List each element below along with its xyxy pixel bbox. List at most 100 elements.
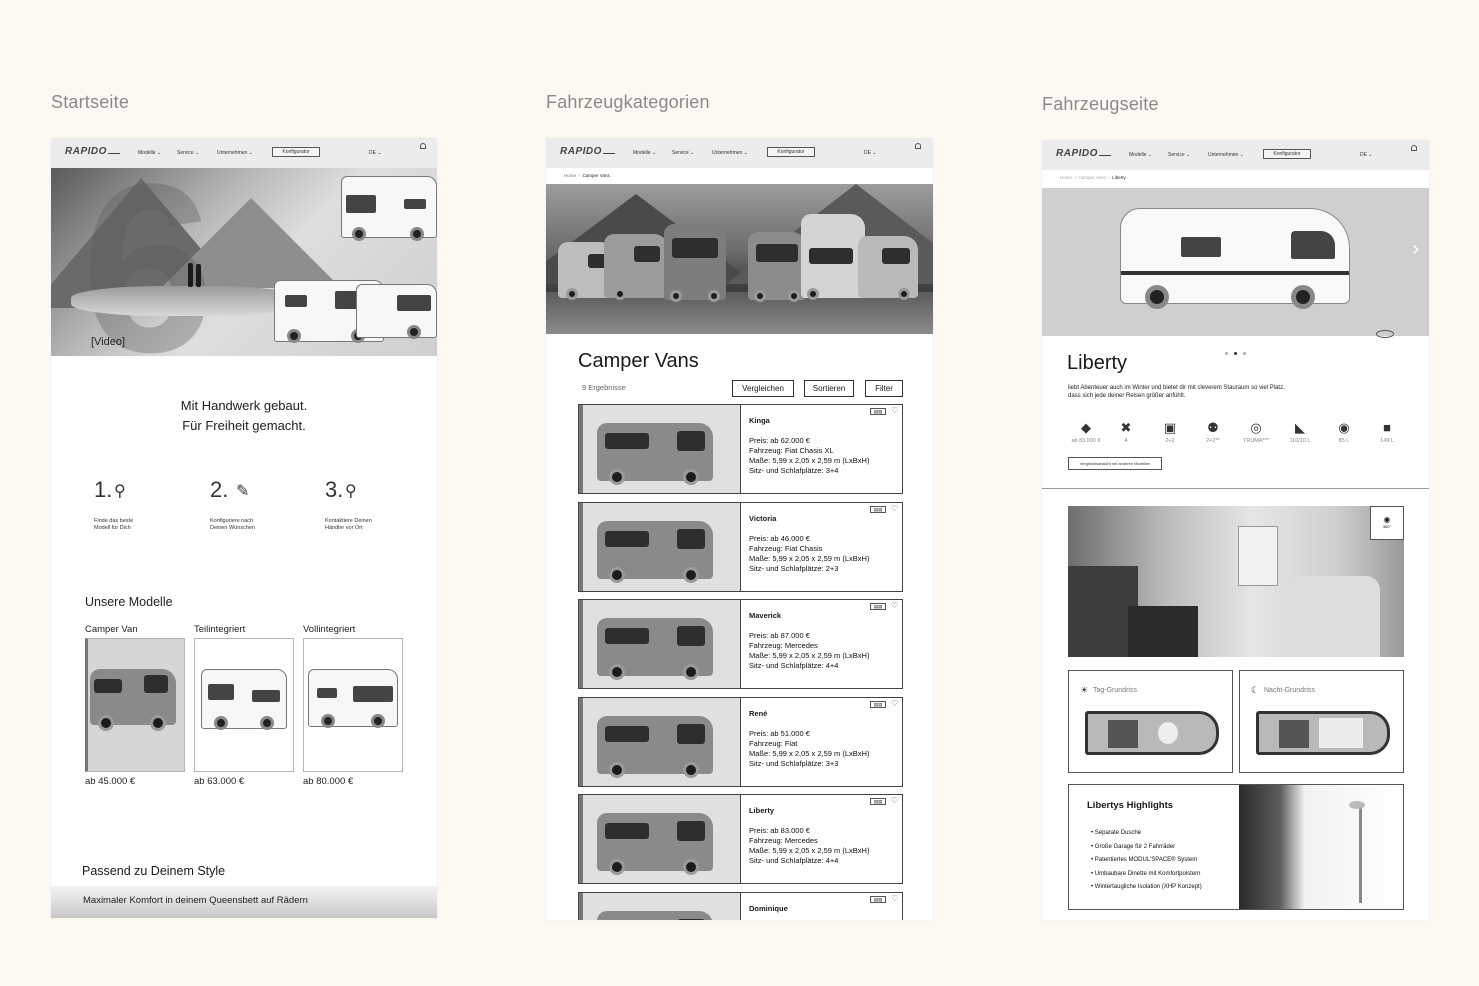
price-tag-icon: ◆ [1081, 420, 1091, 435]
model-card-camper-van[interactable] [85, 638, 185, 772]
heart-icon[interactable]: ♡ [891, 699, 898, 708]
konfigurator-button[interactable]: Konfigurator [767, 147, 815, 157]
model-price-vollintegriert: ab 80.000 € [303, 776, 354, 787]
gallery-dots[interactable] [1222, 342, 1249, 360]
floorplan-night[interactable]: ☾ Nacht-Grundriss [1239, 670, 1404, 773]
language-select[interactable]: DE [864, 150, 877, 156]
spec-value: ab 83.000 € [1071, 438, 1101, 444]
vehicle-card-name: Victoria [749, 514, 777, 523]
vehicle-card-maverick[interactable]: Maverick Preis: ab 87.000 € Fahrzeug: Mer… [578, 599, 903, 689]
style-teaser[interactable]: Maximaler Komfort in deinem Queensbett a… [51, 886, 437, 918]
nav-modelle[interactable]: Modelle [1129, 152, 1152, 158]
breadcrumb: Home › Camper Vans › Liberty [1060, 175, 1126, 180]
breadcrumb-home[interactable]: Home [1060, 175, 1072, 180]
top-nav: RAPIDO Modelle Service Unternehmen Konfi… [1042, 140, 1429, 170]
nav-modelle[interactable]: Modelle [138, 150, 161, 156]
vehicle-card-victoria[interactable]: Victoria Preis: ab 46.000 € Fahrzeug: Fia… [578, 502, 903, 592]
nav-service[interactable]: Service [1168, 152, 1190, 158]
tagline: Mit Handwerk gebaut. Für Freiheit gemach… [180, 398, 308, 433]
model-card-teilintegriert[interactable] [194, 638, 294, 772]
konfigurator-button[interactable]: Konfigurator [1263, 149, 1311, 159]
spec-water-tap: ◣ 110/10 L [1280, 420, 1320, 444]
heart-icon[interactable]: ♡ [891, 406, 898, 415]
top-nav: RAPIDO Modelle Service Unternehmen Konfi… [546, 138, 933, 168]
vehicle-card-name: Kinga [749, 416, 770, 425]
nav-unternehmen[interactable]: Unternehmen [712, 150, 748, 156]
breadcrumb-camper-vans[interactable]: Camper Vans [1079, 175, 1106, 180]
spec-value: 110/10 L [1289, 438, 1311, 444]
vehicle-gallery: › [1042, 188, 1429, 336]
compare-toggle-icon[interactable]: ▤▤ [870, 896, 886, 903]
models-heading: Unsere Modelle [85, 595, 173, 609]
step-contact-dealer: 3. ⚲ Kontaktiere Deinen Händler vor Ort [325, 477, 372, 532]
breadcrumb-camper-vans[interactable]: Camper Vans [583, 173, 610, 178]
vehicle-card-dominique[interactable]: Dominique ▤▤ ♡ [578, 892, 903, 920]
breadcrumb: Home › Camper Vans [564, 173, 610, 178]
category-hero-image [546, 184, 933, 334]
heart-icon[interactable]: ♡ [891, 796, 898, 805]
model-card-vollintegriert[interactable] [303, 638, 403, 772]
search-icon: ⚲ [114, 483, 126, 500]
column-title-fahrzeugkategorien: Fahrzeugkategorien [546, 92, 710, 112]
heart-icon[interactable]: ♡ [891, 504, 898, 513]
heart-icon[interactable]: ♡ [891, 601, 898, 610]
compare-toggle-icon[interactable]: ▤▤ [870, 798, 886, 805]
moon-icon: ☾ [1251, 685, 1260, 695]
heart-icon[interactable]: ♡ [891, 894, 898, 903]
vehicle-card-liberty[interactable]: Liberty Preis: ab 83.000 € Fahrzeug: Merc… [578, 794, 903, 884]
nav-service[interactable]: Service [177, 150, 199, 156]
konfigurator-button[interactable]: Konfigurator [272, 147, 320, 157]
compare-toggle-icon[interactable]: ▤▤ [870, 603, 886, 610]
nav-modelle[interactable]: Modelle [633, 150, 656, 156]
step-configure: 2. ✎ Konfiguriere nach Deinen Wünschen [210, 477, 255, 532]
category-title: Camper Vans [578, 350, 699, 372]
breadcrumb-home[interactable]: Home [564, 173, 576, 178]
brand-logo[interactable]: RAPIDO [560, 146, 617, 157]
user-icon[interactable] [915, 143, 921, 149]
breadcrumb-liberty: Liberty [1112, 175, 1126, 180]
vehicle-card-image [579, 795, 741, 883]
nav-service[interactable]: Service [672, 150, 694, 156]
spec-seats: ▣ 2+2 [1150, 420, 1190, 444]
sort-button[interactable]: Sortieren [804, 380, 854, 397]
rotate-360-icon[interactable] [1376, 330, 1394, 338]
hero-video[interactable]: 6 [Video] [51, 168, 437, 356]
language-select[interactable]: DE [1360, 152, 1373, 158]
compare-toggle-icon[interactable]: ▤▤ [870, 701, 886, 708]
filter-button[interactable]: Filter [865, 380, 903, 397]
spec-value: 2+2 [1165, 438, 1175, 444]
column-title-fahrzeugseite: Fahrzeugseite [1042, 94, 1159, 114]
highlights-title: Libertys Highlights [1087, 800, 1174, 811]
vehicle-card-ren-[interactable]: René Preis: ab 51.000 € Fahrzeug: Fiat Ma… [578, 697, 903, 787]
vehicle-card-info: Preis: ab 46.000 € Fahrzeug: Fiat Chasis… [749, 534, 870, 573]
nav-unternehmen[interactable]: Unternehmen [1208, 152, 1244, 158]
vehicle-title: Liberty [1067, 352, 1128, 374]
language-select[interactable]: DE [369, 150, 382, 156]
spec-fuel: ◉ 85 L [1324, 420, 1364, 444]
compare-button[interactable]: Vergleichen [732, 380, 794, 397]
vehicle-card-info: Preis: ab 83.000 € Fahrzeug: Mercedes Ma… [749, 826, 870, 865]
brand-logo[interactable]: RAPIDO [1056, 148, 1113, 159]
spec-value: 4 [1124, 438, 1128, 444]
floorplan-day[interactable]: ☀ Tag-Grundriss [1068, 670, 1233, 773]
brand-logo[interactable]: RAPIDO [65, 146, 122, 157]
spec-person: ⚉ 2+2** [1193, 420, 1233, 444]
style-teaser-text: Maximaler Komfort in deinem Queensbett a… [83, 895, 308, 906]
compare-models-link[interactable]: Vergleichsansicht mit anderen Modellen [1068, 457, 1162, 470]
heater-icon: ◎ [1250, 420, 1262, 435]
compare-toggle-icon[interactable]: ▤▤ [870, 408, 886, 415]
user-icon[interactable] [1411, 145, 1417, 151]
view-360-button[interactable]: ◉ 360° [1370, 506, 1404, 540]
interior-image[interactable]: ◉ 360° [1068, 506, 1404, 657]
user-icon[interactable] [420, 143, 426, 149]
shower-image [1239, 785, 1403, 909]
vehicle-card-kinga[interactable]: Kinga Preis: ab 62.000 € Fahrzeug: Fiat C… [578, 404, 903, 494]
compare-toggle-icon[interactable]: ▤▤ [870, 506, 886, 513]
gallery-next-icon[interactable]: › [1412, 238, 1419, 261]
spec-value: TRUMA*** [1243, 438, 1269, 444]
spec-tools: ✖ 4 [1106, 420, 1146, 444]
highlight-item: Umbaubare Dinette mit Komfortpolstern [1091, 868, 1202, 882]
vehicle-card-name: René [749, 709, 768, 718]
fahrzeugseite-page: RAPIDO Modelle Service Unternehmen Konfi… [1042, 140, 1429, 920]
nav-unternehmen[interactable]: Unternehmen [217, 150, 253, 156]
